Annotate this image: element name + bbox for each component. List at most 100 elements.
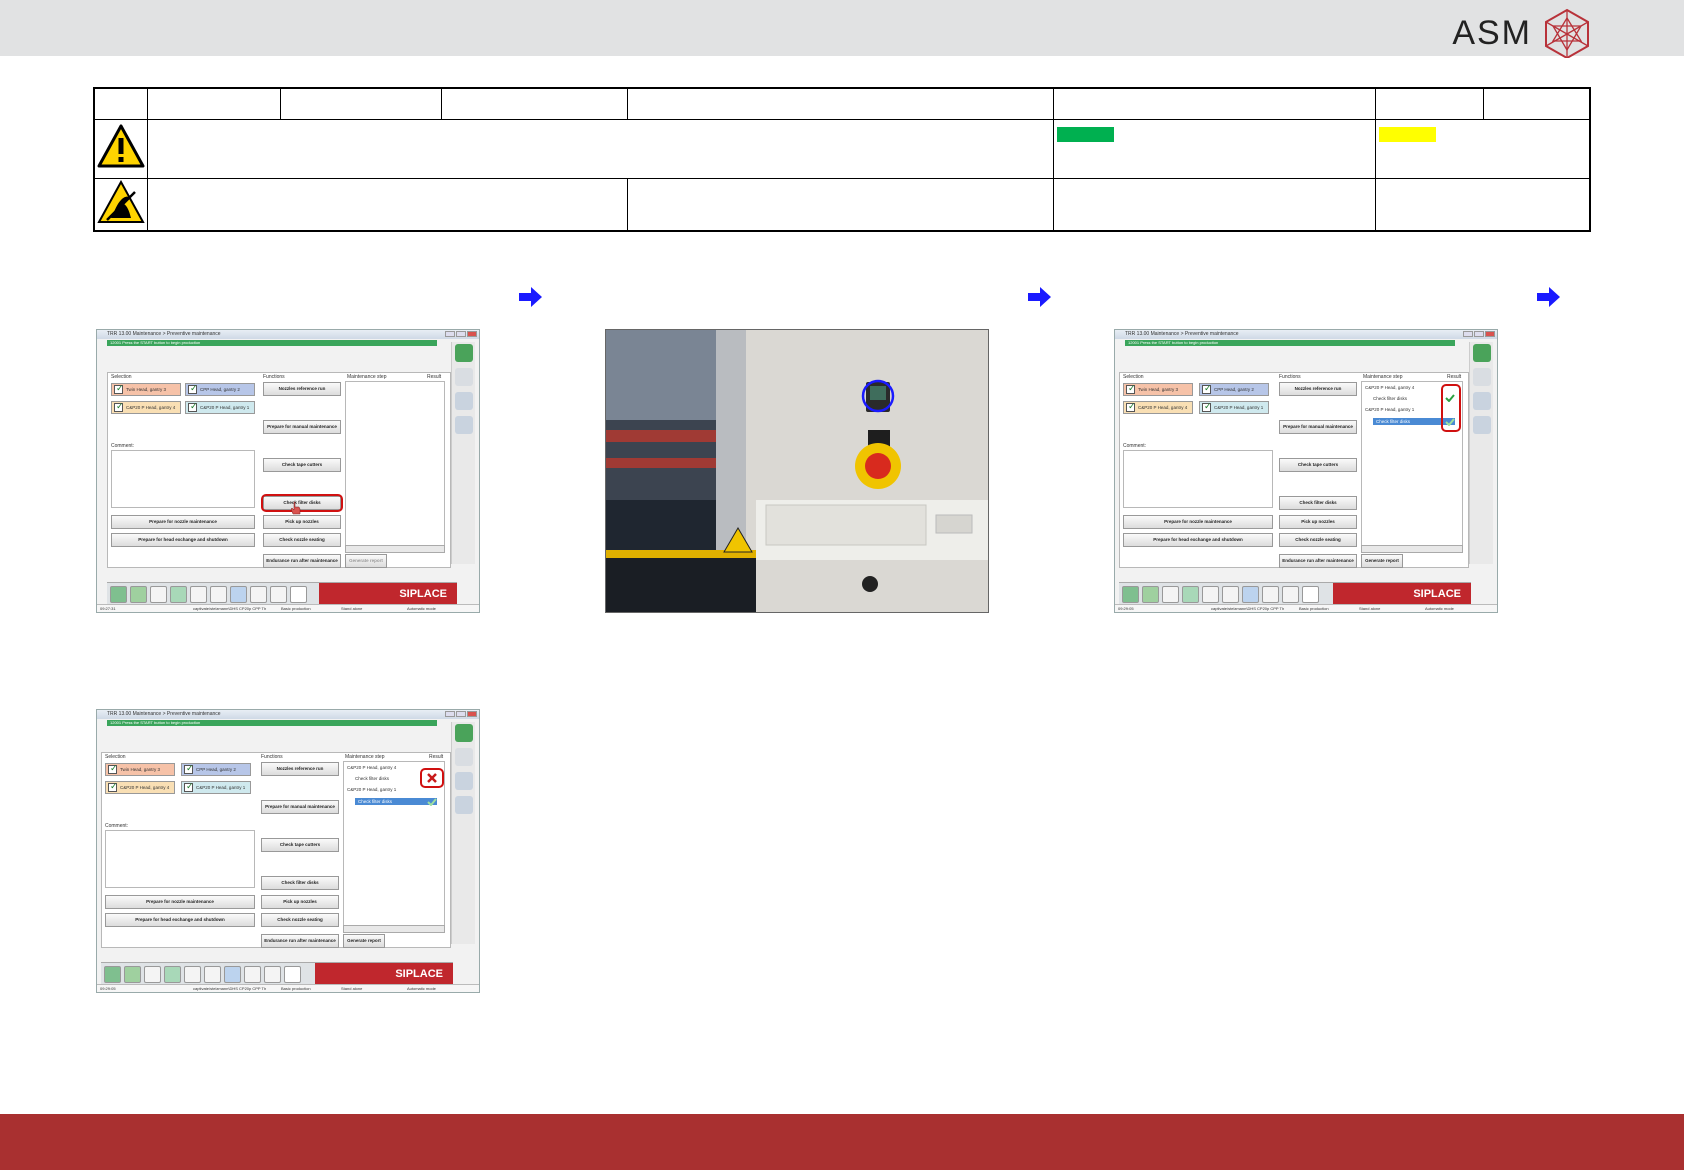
app-icon[interactable] <box>110 586 127 603</box>
line-chart-icon[interactable] <box>204 966 221 983</box>
bar-chart-icon[interactable] <box>144 966 161 983</box>
check-tape-cutters-button[interactable]: Check tape cutters <box>261 838 339 852</box>
wrench-icon[interactable] <box>250 586 267 603</box>
book-icon[interactable] <box>190 586 207 603</box>
save-icon[interactable] <box>164 966 181 983</box>
camera-icon[interactable] <box>1242 586 1259 603</box>
head-select-twin[interactable]: Twin Head, gantry 3 <box>105 763 175 776</box>
info-icon[interactable] <box>455 724 473 742</box>
info-icon[interactable] <box>455 344 473 362</box>
settings-icon[interactable] <box>455 796 473 814</box>
generate-report-button[interactable]: Generate report <box>343 934 385 948</box>
horizontal-scrollbar[interactable] <box>1361 545 1463 553</box>
head-select-cp20-4[interactable]: C&P20 P Head, gantry 4 <box>111 401 181 414</box>
generate-report-button[interactable]: Generate report <box>345 554 387 568</box>
head-select-cp20-4[interactable]: C&P20 P Head, gantry 4 <box>1123 401 1193 414</box>
nozzles-reference-run-button[interactable]: Nozzles reference run <box>261 762 339 776</box>
check-filter-disks-button[interactable]: Check filter disks <box>261 876 339 890</box>
gear-icon[interactable] <box>1282 586 1299 603</box>
check-nozzle-seating-button[interactable]: Check nozzle seating <box>261 913 339 927</box>
head-select-cp20-4[interactable]: C&P20 P Head, gantry 4 <box>105 781 175 794</box>
endurance-run-button[interactable]: Endurance run after maintenance <box>263 554 341 568</box>
gear-icon[interactable] <box>270 586 287 603</box>
checkbox-icon[interactable] <box>1202 401 1212 412</box>
maintenance-icon[interactable] <box>455 368 473 386</box>
grid-icon[interactable] <box>130 586 147 603</box>
tools-icon[interactable] <box>455 772 473 790</box>
camera-icon[interactable] <box>230 586 247 603</box>
line-chart-icon[interactable] <box>1222 586 1239 603</box>
head-select-cpp[interactable]: CPP Head, gantry 2 <box>181 763 251 776</box>
book-icon[interactable] <box>184 966 201 983</box>
settings-icon[interactable] <box>1473 416 1491 434</box>
manual-maintenance-button[interactable]: Prepare for manual maintenance <box>263 420 341 434</box>
wrench-icon[interactable] <box>244 966 261 983</box>
tools-icon[interactable] <box>455 392 473 410</box>
list-item-selected[interactable]: Check filter disks <box>355 798 437 805</box>
save-icon[interactable] <box>1182 586 1199 603</box>
grid-icon[interactable] <box>124 966 141 983</box>
bar-chart-icon[interactable] <box>150 586 167 603</box>
gear-icon[interactable] <box>264 966 281 983</box>
maximize-icon[interactable] <box>456 711 466 717</box>
checkbox-icon[interactable] <box>108 781 118 792</box>
maintenance-tab-icon[interactable] <box>284 966 301 983</box>
app-icon[interactable] <box>104 966 121 983</box>
list-item[interactable]: Check filter disks <box>1373 396 1407 401</box>
check-tape-cutters-button[interactable]: Check tape cutters <box>1279 458 1357 472</box>
comment-box[interactable] <box>111 450 255 508</box>
maintenance-icon[interactable] <box>1473 368 1491 386</box>
manual-maintenance-button[interactable]: Prepare for manual maintenance <box>1279 420 1357 434</box>
check-tape-cutters-button[interactable]: Check tape cutters <box>263 458 341 472</box>
checkbox-icon[interactable] <box>1202 383 1212 394</box>
head-select-cp20-1[interactable]: C&P20 P Head, gantry 1 <box>181 781 251 794</box>
checkbox-icon[interactable] <box>188 401 198 412</box>
checkbox-icon[interactable] <box>184 781 194 792</box>
nozzle-maintenance-button[interactable]: Prepare for nozzle maintenance <box>105 895 255 909</box>
maximize-icon[interactable] <box>1474 331 1484 337</box>
check-nozzle-seating-button[interactable]: Check nozzle seating <box>1279 533 1357 547</box>
wrench-icon[interactable] <box>1262 586 1279 603</box>
maintenance-icon[interactable] <box>455 748 473 766</box>
head-exchange-button[interactable]: Prepare for head exchange and shutdown <box>111 533 255 547</box>
head-select-twin[interactable]: Twin Head, gantry 3 <box>1123 383 1193 396</box>
head-select-cp20-1[interactable]: C&P20 P Head, gantry 1 <box>185 401 255 414</box>
nozzles-reference-run-button[interactable]: Nozzles reference run <box>1279 382 1357 396</box>
checkbox-icon[interactable] <box>1126 401 1136 412</box>
manual-maintenance-button[interactable]: Prepare for manual maintenance <box>261 800 339 814</box>
book-icon[interactable] <box>1202 586 1219 603</box>
head-select-cpp[interactable]: CPP Head, gantry 2 <box>1199 383 1269 396</box>
checkbox-icon[interactable] <box>108 763 118 774</box>
app-icon[interactable] <box>1122 586 1139 603</box>
pick-up-nozzles-button[interactable]: Pick up nozzles <box>263 515 341 529</box>
checkbox-icon[interactable] <box>114 401 124 412</box>
checkbox-icon[interactable] <box>188 383 198 394</box>
close-icon[interactable] <box>1485 331 1495 337</box>
checkbox-icon[interactable] <box>114 383 124 394</box>
maximize-icon[interactable] <box>456 331 466 337</box>
minimize-icon[interactable] <box>445 711 455 717</box>
check-nozzle-seating-button[interactable]: Check nozzle seating <box>263 533 341 547</box>
check-filter-disks-button[interactable]: Check filter disks <box>1279 496 1357 510</box>
tools-icon[interactable] <box>1473 392 1491 410</box>
close-icon[interactable] <box>467 711 477 717</box>
nozzles-reference-run-button[interactable]: Nozzles reference run <box>263 382 341 396</box>
pick-up-nozzles-button[interactable]: Pick up nozzles <box>261 895 339 909</box>
comment-box[interactable] <box>1123 450 1273 508</box>
nozzle-maintenance-button[interactable]: Prepare for nozzle maintenance <box>1123 515 1273 529</box>
settings-icon[interactable] <box>455 416 473 434</box>
generate-report-button[interactable]: Generate report <box>1361 554 1403 568</box>
save-icon[interactable] <box>170 586 187 603</box>
pick-up-nozzles-button[interactable]: Pick up nozzles <box>1279 515 1357 529</box>
minimize-icon[interactable] <box>1463 331 1473 337</box>
comment-box[interactable] <box>105 830 255 888</box>
maintenance-tab-icon[interactable] <box>1302 586 1319 603</box>
close-icon[interactable] <box>467 331 477 337</box>
head-exchange-button[interactable]: Prepare for head exchange and shutdown <box>105 913 255 927</box>
head-exchange-button[interactable]: Prepare for head exchange and shutdown <box>1123 533 1273 547</box>
list-item[interactable]: Check filter disks <box>355 776 389 781</box>
checkbox-icon[interactable] <box>184 763 194 774</box>
endurance-run-button[interactable]: Endurance run after maintenance <box>261 934 339 948</box>
nozzle-maintenance-button[interactable]: Prepare for nozzle maintenance <box>111 515 255 529</box>
endurance-run-button[interactable]: Endurance run after maintenance <box>1279 554 1357 568</box>
